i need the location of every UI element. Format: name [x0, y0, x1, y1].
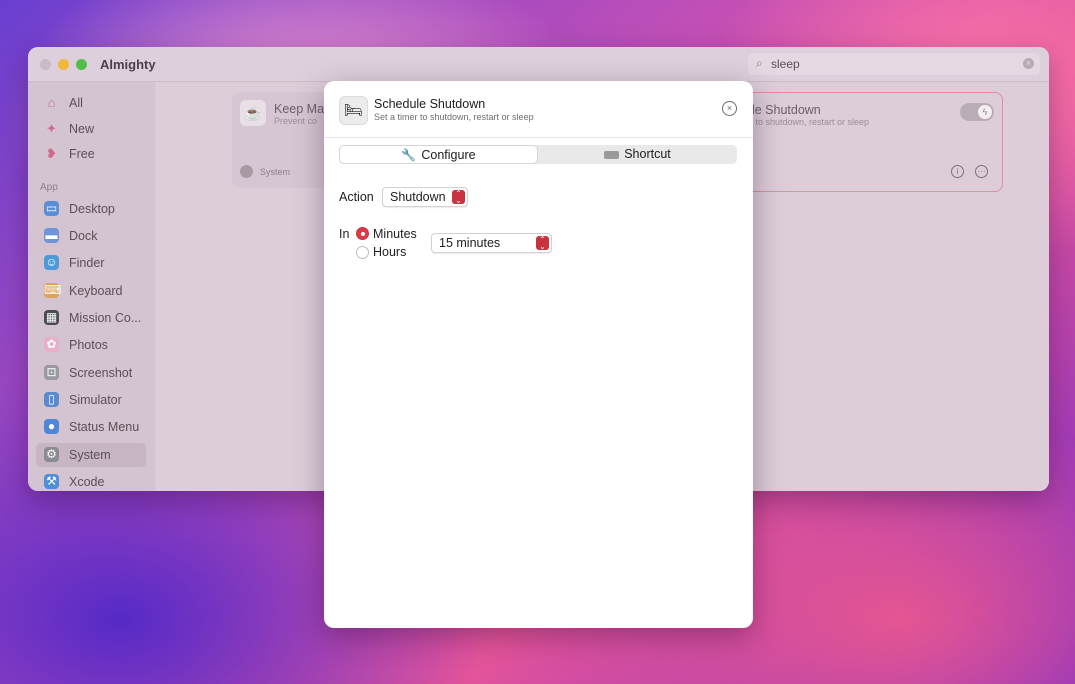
- sidebar-item-dock[interactable]: ▬ Dock: [36, 224, 146, 248]
- minutes-radio[interactable]: [356, 227, 369, 240]
- lips-icon: ❥: [46, 146, 57, 161]
- sidebar-item-free[interactable]: ❥ Free: [36, 142, 146, 166]
- sidebar-item-system[interactable]: ⚙ System: [36, 443, 146, 467]
- duration-select-value: 15 minutes: [439, 236, 501, 250]
- system-gear-icon: [240, 165, 253, 178]
- sidebar-item-label: Xcode: [69, 475, 105, 489]
- zoom-window-button[interactable]: [76, 59, 87, 70]
- tab-configure[interactable]: 🔧 Configure: [339, 145, 538, 164]
- sidebar: ⌂ All ✦ New ❥ Free App ▭ Desktop ▬ Dock …: [28, 82, 155, 491]
- up-down-chevron-icon: ⌃ ⌄: [536, 236, 549, 251]
- tab-label: Configure: [421, 148, 476, 162]
- sidebar-item-label: Finder: [69, 256, 105, 270]
- card-title: Keep Mac: [274, 102, 331, 116]
- keyboard-icon: [604, 150, 620, 159]
- minimize-window-button[interactable]: [58, 59, 69, 70]
- more-options-icon[interactable]: ···: [975, 165, 988, 178]
- info-icon[interactable]: i: [951, 165, 964, 178]
- minutes-radio-label[interactable]: Minutes: [373, 227, 417, 241]
- sheet-header: 🛏 Schedule Shutdown Set a timer to shutd…: [324, 81, 753, 138]
- desktop-icon: ▭: [44, 201, 59, 216]
- sidebar-item-desktop[interactable]: ▭ Desktop: [36, 197, 146, 221]
- up-down-chevron-icon: ⌃ ⌄: [452, 190, 465, 205]
- schedule-shutdown-card[interactable]: ule Shutdown er to shutdown, restart or …: [716, 92, 1003, 192]
- sidebar-item-new[interactable]: ✦ New: [36, 117, 146, 141]
- search-input[interactable]: sleep: [771, 57, 800, 71]
- sidebar-item-label: System: [69, 448, 111, 462]
- app-title: Almighty: [100, 57, 156, 72]
- sidebar-item-simulator[interactable]: ▯ Simulator: [36, 388, 146, 412]
- coffee-cup-icon: ☕: [240, 100, 266, 126]
- title-bar: Almighty ⌕ sleep ×: [28, 47, 1049, 82]
- apple-icon: ●: [44, 419, 59, 434]
- card-title: ule Shutdown: [745, 103, 821, 117]
- in-label: In: [339, 227, 350, 241]
- sidebar-item-label: Free: [69, 147, 95, 161]
- enable-toggle[interactable]: ϟ: [960, 103, 994, 121]
- hours-radio[interactable]: [356, 246, 369, 259]
- sidebar-item-label: New: [69, 122, 95, 136]
- schedule-shutdown-sheet: 🛏 Schedule Shutdown Set a timer to shutd…: [324, 81, 753, 628]
- sheet-title: Schedule Shutdown: [374, 97, 486, 111]
- sheet-subtitle: Set a timer to shutdown, restart or slee…: [374, 112, 534, 122]
- tab-control: 🔧 Configure Shortcut: [339, 145, 737, 164]
- sidebar-item-mission-control[interactable]: ▦ Mission Co...: [36, 306, 146, 330]
- sidebar-item-status-menu[interactable]: ● Status Menu: [36, 415, 146, 439]
- sidebar-item-all[interactable]: ⌂ All: [36, 91, 146, 115]
- action-select[interactable]: Shutdown ⌃ ⌄: [382, 187, 468, 207]
- sidebar-item-xcode[interactable]: ⚒ Xcode: [36, 470, 146, 491]
- finder-icon: ☺: [44, 255, 59, 270]
- sidebar-item-label: Desktop: [69, 202, 115, 216]
- dock-icon: ▬: [44, 228, 59, 243]
- simulator-icon: ▯: [44, 392, 59, 407]
- xcode-icon: ⚒: [44, 474, 59, 489]
- mission-control-icon: ▦: [44, 310, 59, 325]
- tab-label: Shortcut: [624, 147, 671, 161]
- bolt-icon: ϟ: [978, 105, 992, 119]
- search-icon: ⌕: [756, 56, 763, 70]
- sidebar-item-label: Simulator: [69, 393, 122, 407]
- keyboard-icon: ⌨: [44, 283, 62, 298]
- section-label-app: App: [40, 182, 58, 193]
- sidebar-item-label: Screenshot: [69, 366, 133, 380]
- hours-radio-label[interactable]: Hours: [373, 245, 406, 259]
- search-field[interactable]: ⌕ sleep ×: [748, 53, 1040, 75]
- sparkles-icon: ✦: [46, 121, 57, 136]
- tab-shortcut[interactable]: Shortcut: [538, 145, 737, 164]
- sidebar-item-screenshot[interactable]: ⊡ Screenshot: [36, 361, 146, 385]
- close-sheet-icon[interactable]: ×: [722, 101, 737, 116]
- close-window-button[interactable]: [40, 59, 51, 70]
- card-category: System: [240, 165, 291, 178]
- sidebar-item-label: Keyboard: [69, 284, 123, 298]
- sidebar-item-label: Photos: [69, 338, 108, 352]
- duration-select[interactable]: 15 minutes ⌃ ⌄: [431, 233, 552, 253]
- sidebar-item-photos[interactable]: ✿ Photos: [36, 333, 146, 357]
- sidebar-item-label: All: [69, 96, 83, 110]
- sidebar-item-label: Dock: [69, 229, 98, 243]
- sidebar-item-keyboard[interactable]: ⌨ Keyboard: [36, 279, 146, 303]
- card-subtitle: Prevent co: [274, 116, 318, 126]
- action-label: Action: [339, 190, 374, 204]
- home-icon: ⌂: [47, 95, 56, 110]
- bed-icon: 🛏: [339, 96, 368, 125]
- action-select-value: Shutdown: [390, 190, 446, 204]
- card-subtitle: er to shutdown, restart or sleep: [745, 117, 870, 127]
- wrench-icon: 🔧: [401, 148, 417, 162]
- clear-search-icon[interactable]: ×: [1023, 58, 1034, 69]
- system-gear-icon: ⚙: [44, 447, 59, 462]
- sidebar-item-label: Mission Co...: [69, 311, 142, 325]
- photos-icon: ✿: [44, 337, 59, 352]
- card-category-label: System: [260, 167, 291, 177]
- sidebar-item-finder[interactable]: ☺ Finder: [36, 251, 146, 275]
- sidebar-item-label: Status Menu: [69, 420, 140, 434]
- screenshot-icon: ⊡: [44, 365, 59, 380]
